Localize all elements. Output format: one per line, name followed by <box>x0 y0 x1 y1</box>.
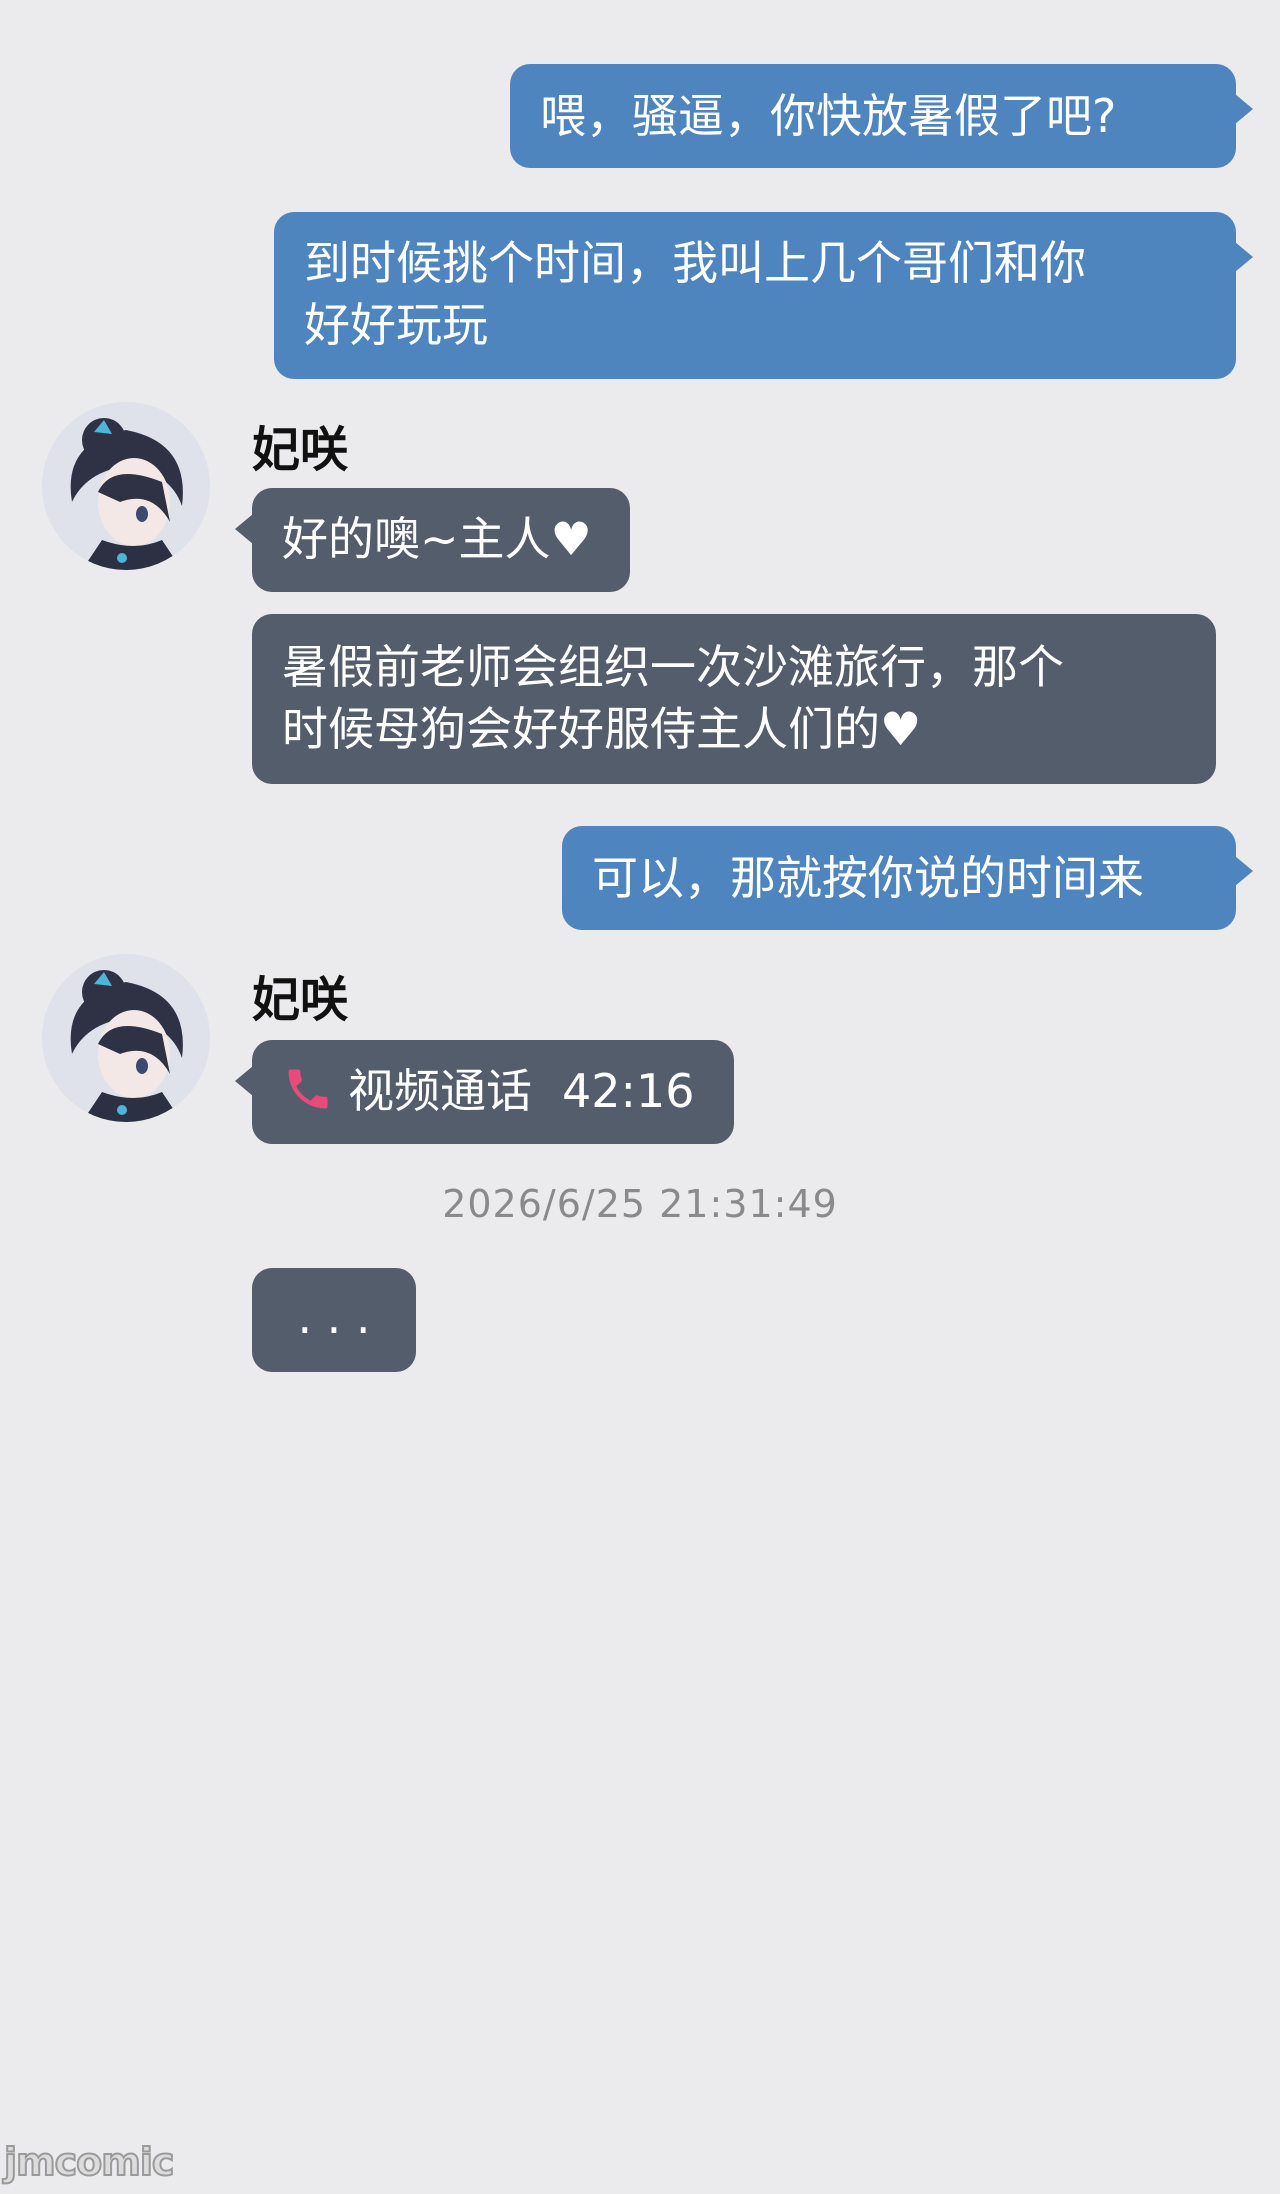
sender-name: 妃咲 <box>252 972 349 1028</box>
sender-name: 妃咲 <box>252 422 349 478</box>
call-label: 视频通话 <box>348 1064 532 1118</box>
incoming-message[interactable]: 好的噢~主人♥ <box>235 488 630 592</box>
avatar[interactable] <box>42 954 210 1122</box>
video-call-message[interactable]: 视频通话 42:16 <box>235 1040 734 1144</box>
message-text-line: 暑假前老师会组织一次沙滩旅行，那个 <box>282 640 1064 694</box>
message-text-line: 好好玩玩 <box>304 298 488 352</box>
timestamp: 2026/6/25 21:31:49 <box>442 1182 838 1226</box>
message-text-line: 时候母狗会好好服侍主人们的♥ <box>282 702 922 756</box>
phone-icon <box>282 1063 334 1130</box>
call-duration: 42:16 <box>562 1064 695 1118</box>
message-text-line: 到时候挑个时间，我叫上几个哥们和你 <box>304 236 1086 290</box>
outgoing-message[interactable]: 喂，骚逼，你快放暑假了吧? <box>510 64 1253 168</box>
incoming-message[interactable]: 暑假前老师会组织一次沙滩旅行，那个 时候母狗会好好服侍主人们的♥ <box>252 614 1216 784</box>
avatar-image <box>42 954 210 1122</box>
message-text: 好的噢~主人♥ <box>282 512 592 566</box>
avatar-image <box>42 402 210 570</box>
outgoing-message[interactable]: 可以，那就按你说的时间来 <box>562 826 1253 930</box>
message-text: . . . <box>297 1290 371 1344</box>
message-text: 喂，骚逼，你快放暑假了吧? <box>540 89 1117 143</box>
avatar[interactable] <box>42 402 210 570</box>
watermark-logo: jmcomic <box>3 2139 175 2185</box>
incoming-message[interactable]: . . . <box>252 1268 416 1372</box>
message-text: 可以，那就按你说的时间来 <box>592 851 1144 905</box>
outgoing-message[interactable]: 到时候挑个时间，我叫上几个哥们和你 好好玩玩 <box>274 212 1253 379</box>
